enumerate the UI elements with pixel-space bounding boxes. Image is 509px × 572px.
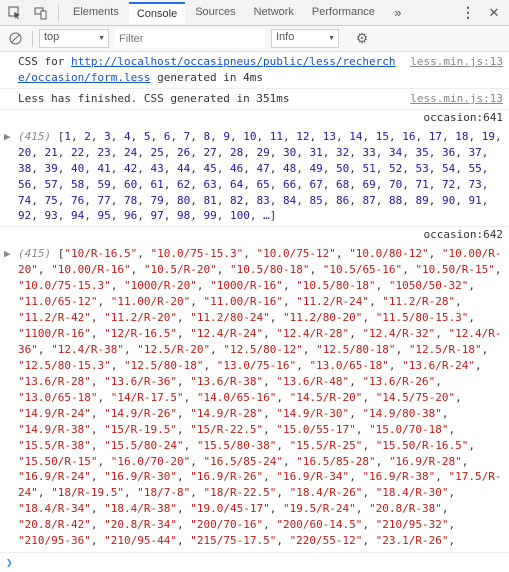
more-tabs-icon[interactable]: » xyxy=(387,2,409,24)
tabs: ElementsConsoleSourcesNetworkPerformance xyxy=(65,2,383,24)
settings-icon[interactable]: ⚙ xyxy=(351,28,373,50)
clear-console-icon[interactable] xyxy=(4,28,26,50)
tab-elements[interactable]: Elements xyxy=(65,2,127,24)
device-toggle-icon[interactable] xyxy=(30,2,52,24)
separator xyxy=(58,5,59,21)
console-prompt[interactable]: ❯ xyxy=(0,552,509,572)
separator xyxy=(32,31,33,47)
source-link[interactable]: less.min.js:13 xyxy=(402,91,503,107)
context-select[interactable]: top xyxy=(39,29,109,48)
filter-input[interactable] xyxy=(115,29,265,48)
console-toolbar: top Info ⚙ xyxy=(0,26,509,52)
source-link-row: occasion:641 xyxy=(0,110,509,127)
console-array: ▶(415) ["10/R-16.5", "10.0/75-15.3", "10… xyxy=(0,244,509,552)
console-message: Less has finished. CSS generated in 351m… xyxy=(0,89,509,110)
expand-icon[interactable]: ▶ xyxy=(4,246,14,262)
devtools-tab-bar: ElementsConsoleSourcesNetworkPerformance… xyxy=(0,0,509,26)
source-link[interactable]: occasion:642 xyxy=(424,228,503,241)
tab-sources[interactable]: Sources xyxy=(187,2,243,24)
level-select[interactable]: Info xyxy=(271,29,339,48)
close-icon[interactable]: ✕ xyxy=(483,2,505,24)
source-link[interactable]: occasion:641 xyxy=(424,111,503,124)
console-output: CSS for http://localhost/occasipneus/pub… xyxy=(0,52,509,552)
tab-performance[interactable]: Performance xyxy=(304,2,383,24)
console-array: ▶(415) [1, 2, 3, 4, 5, 6, 7, 8, 9, 10, 1… xyxy=(0,127,509,228)
tab-console[interactable]: Console xyxy=(129,2,185,24)
console-message: CSS for http://localhost/occasipneus/pub… xyxy=(0,52,509,89)
source-link-row: occasion:642 xyxy=(0,227,509,244)
source-link[interactable]: less.min.js:13 xyxy=(402,54,503,86)
url-link[interactable]: http://localhost/occasipneus/public/less… xyxy=(18,55,396,84)
inspect-icon[interactable] xyxy=(4,2,26,24)
kebab-menu-icon[interactable]: ⋮ xyxy=(457,2,479,24)
tab-network[interactable]: Network xyxy=(246,2,302,24)
expand-icon[interactable]: ▶ xyxy=(4,129,14,145)
